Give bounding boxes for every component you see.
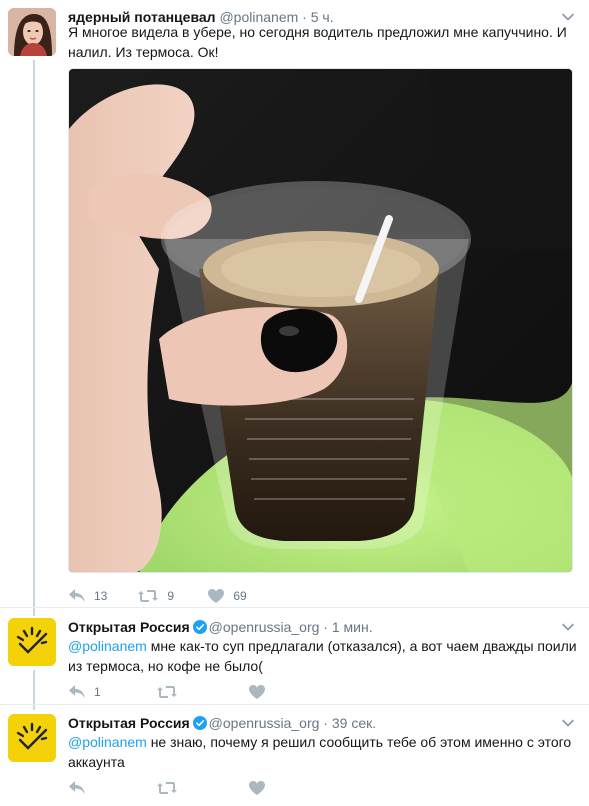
like-icon (208, 589, 225, 603)
like-count: 69 (233, 589, 247, 603)
tweet-text: @polinanem мне как-то суп предлагали (от… (68, 636, 578, 676)
tweet[interactable]: ядерный потанцевал @polinanem · 5 ч. Я м… (0, 8, 589, 608)
separator-dot: · (323, 715, 328, 731)
retweet-icon (157, 782, 177, 794)
mention-link[interactable]: @polinanem (68, 734, 147, 750)
like-icon (249, 781, 265, 795)
tweet-actions (68, 778, 314, 798)
open-russia-logo (16, 626, 48, 654)
verified-badge-icon (192, 620, 207, 634)
tweet-timestamp[interactable]: 39 сек. (332, 715, 376, 731)
reply-button[interactable]: 13 (68, 588, 107, 604)
retweet-button[interactable] (156, 780, 196, 796)
author-name[interactable]: Открытая Россия (68, 619, 190, 635)
tweet-timestamp[interactable]: 1 мин. (332, 619, 373, 635)
tweet-divider (0, 607, 589, 608)
reply-button[interactable]: 1 (68, 684, 104, 700)
retweet-count: 9 (167, 589, 175, 603)
reply-icon (69, 589, 85, 602)
open-russia-logo (16, 722, 48, 750)
reply-button[interactable] (68, 780, 104, 796)
retweet-icon (157, 686, 177, 698)
avatar[interactable] (8, 618, 56, 666)
separator-dot: · (323, 619, 328, 635)
tweet-divider (0, 704, 589, 705)
verified-badge-icon (192, 716, 207, 730)
author-handle[interactable]: @openrussia_org (209, 715, 320, 731)
retweet-icon (138, 590, 159, 602)
author-handle[interactable]: @openrussia_org (209, 619, 320, 635)
tweet-actions: 1 (68, 682, 314, 702)
reply-count: 1 (94, 685, 101, 699)
retweet-button[interactable]: 9 (137, 588, 177, 604)
tweet-header: Открытая Россия @openrussia_org · 39 сек. (68, 714, 376, 732)
tweet-actions: 13 9 69 (68, 586, 277, 606)
tweet-header: Открытая Россия @openrussia_org · 1 мин. (68, 618, 373, 636)
tweet[interactable]: Открытая Россия @openrussia_org · 1 мин. … (0, 618, 589, 708)
avatar[interactable] (8, 8, 56, 56)
author-name[interactable]: Открытая Россия (68, 715, 190, 731)
reply-icon (69, 781, 85, 794)
tweet-photo[interactable] (68, 68, 573, 573)
tweet-text: Я многое видела в убере, но сегодня води… (68, 24, 567, 60)
like-button[interactable] (248, 780, 284, 796)
mention-link[interactable]: @polinanem (68, 638, 147, 654)
reply-count: 13 (94, 589, 108, 603)
coffee-cup-photo (69, 69, 572, 572)
tweet[interactable]: Открытая Россия @openrussia_org · 39 сек.… (0, 714, 589, 804)
chevron-down-icon[interactable] (561, 716, 575, 730)
reply-icon (69, 685, 85, 698)
like-button[interactable] (248, 684, 284, 700)
tweet-text: @polinanem не знаю, почему я решил сообщ… (68, 732, 578, 772)
avatar[interactable] (8, 714, 56, 762)
retweet-button[interactable] (156, 684, 196, 700)
like-button[interactable]: 69 (207, 588, 247, 604)
chevron-down-icon[interactable] (561, 620, 575, 634)
woman-portrait-image (8, 8, 56, 56)
like-icon (249, 685, 265, 699)
